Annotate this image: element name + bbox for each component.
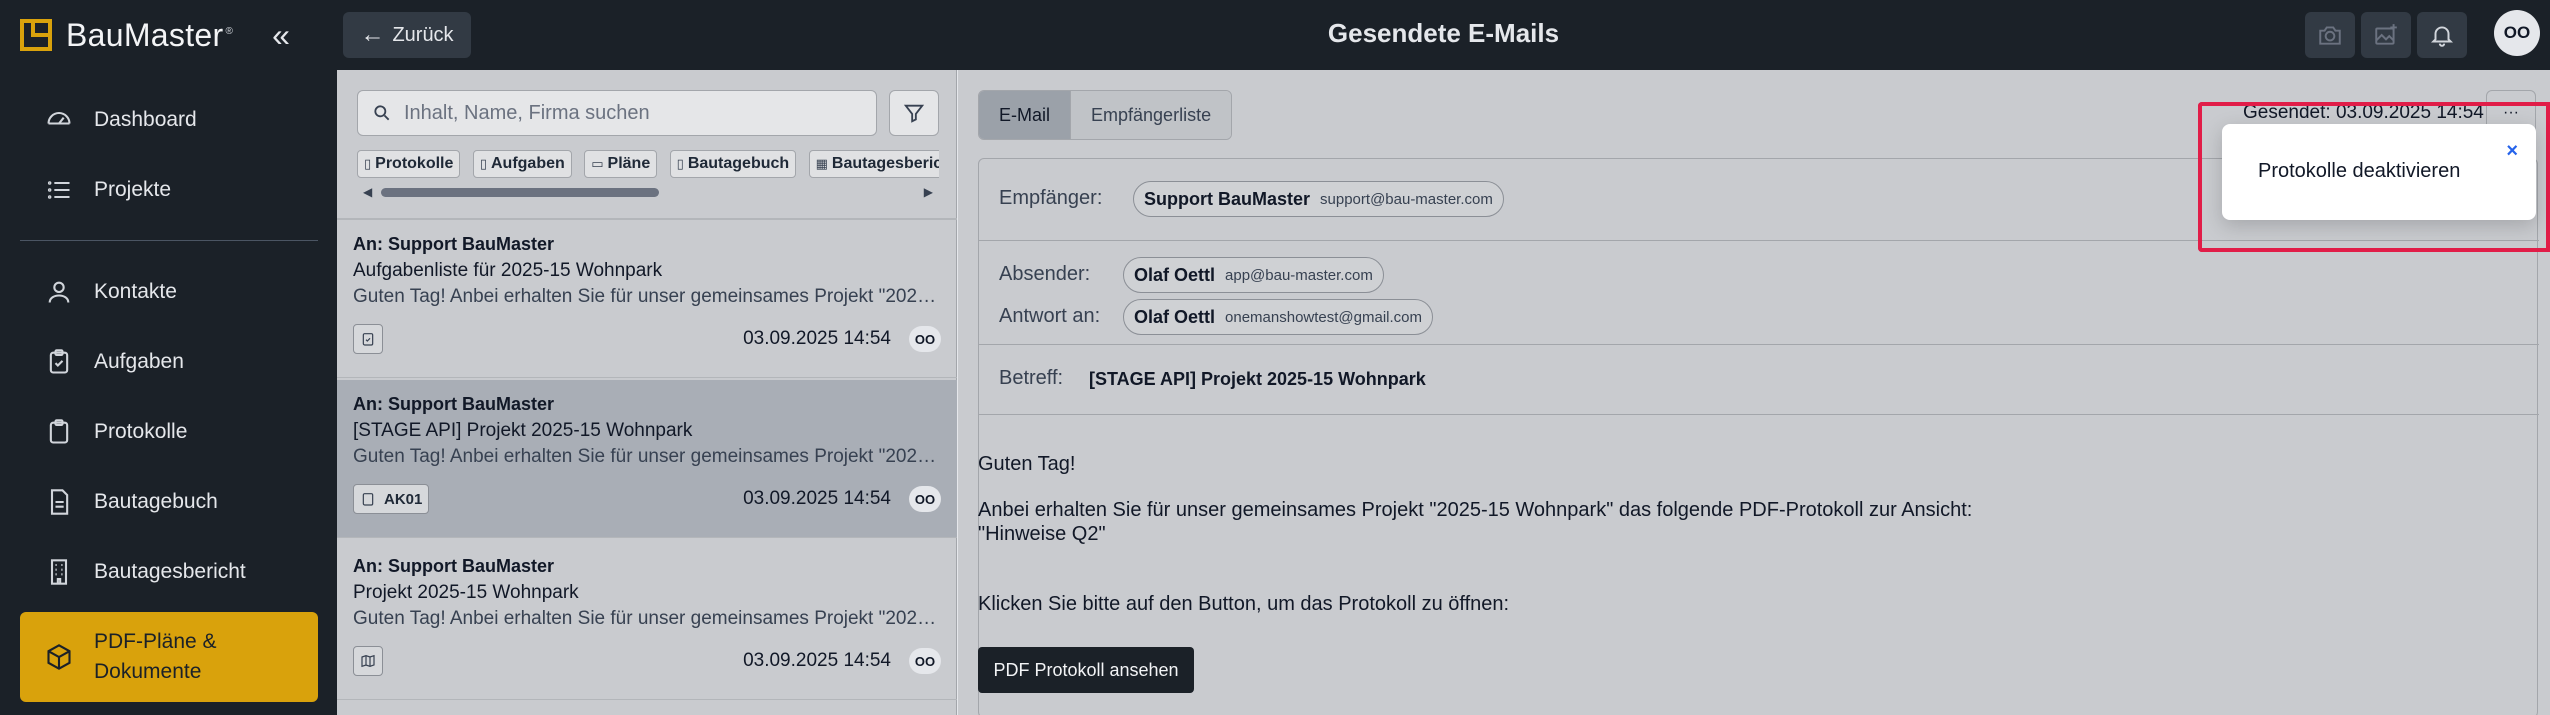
building-icon: ▦ <box>815 156 828 171</box>
filter-chip-bautagebuch[interactable]: ▯ Bautagebuch <box>669 150 797 178</box>
sender-row: Absender: Olaf Oettl app@bau-master.com … <box>979 241 2539 345</box>
brand-logo[interactable]: BauMaster ® « <box>20 12 320 58</box>
search-icon <box>374 105 390 121</box>
sidebar-item-aufgaben[interactable]: Aufgaben <box>20 330 318 394</box>
clipboard-icon <box>362 493 374 506</box>
sender-pill[interactable]: Olaf Oettl app@bau-master.com <box>1123 257 1384 293</box>
sidebar-item-protokolle[interactable]: Protokolle <box>20 400 318 464</box>
page-title: Gesendete E-Mails <box>1327 18 1560 48</box>
list-icon <box>44 175 74 205</box>
search-box <box>357 90 877 136</box>
cube-icon <box>44 642 74 672</box>
clipboard-check-icon: ▯ <box>479 156 487 171</box>
list-item[interactable]: An: Support BauMaster Projekt 2025-15 Wo… <box>337 542 957 700</box>
mail-type-tag: AK01 <box>353 484 430 514</box>
reply-to-pill[interactable]: Olaf Oettl onemanshowtest@gmail.com <box>1123 299 1433 335</box>
filter-icon <box>903 104 925 123</box>
brand-name: BauMaster ® <box>66 16 234 53</box>
search-input[interactable] <box>404 101 874 125</box>
clipboard-icon <box>44 417 74 447</box>
tab-email[interactable]: E-Mail <box>979 91 1072 139</box>
document-icon: ▯ <box>676 156 684 171</box>
filter-chip-row: ▯ Protokolle ▯ Aufgaben ▭ Pläne ▯ Bautagebuc… <box>357 150 939 180</box>
gauge-icon <box>44 105 74 135</box>
back-button[interactable]: ← Zurück <box>343 12 471 58</box>
notifications-button[interactable] <box>2417 12 2467 58</box>
detail-tabs: E-Mail Empfängerliste <box>978 90 1233 140</box>
list-item[interactable]: An: Support BauMaster Aufgabenliste für … <box>337 220 957 378</box>
filter-chip-aufgaben[interactable]: ▯ Aufgaben <box>472 150 572 178</box>
bell-icon <box>2430 26 2454 47</box>
clipboard-check-icon <box>44 347 74 377</box>
scroll-left-icon[interactable]: ◀ <box>363 185 372 199</box>
mail-type-tag <box>353 324 383 354</box>
scrollbar-thumb[interactable] <box>381 188 659 197</box>
sidebar-item-bautagesbericht[interactable]: Bautagesbericht <box>20 540 318 604</box>
user-avatar[interactable]: OO <box>2494 10 2540 56</box>
popover: Protokolle deaktivieren × <box>2222 124 2536 220</box>
recipient-pill[interactable]: Support BauMaster support@bau-master.com <box>1133 181 1504 217</box>
top-bar: ← Zurück Gesendete E-Mails OO <box>337 0 2550 70</box>
close-icon[interactable]: × <box>2506 140 2518 163</box>
map-icon <box>361 654 375 668</box>
user-icon <box>44 277 74 307</box>
sidebar-item-dashboard[interactable]: Dashboard <box>20 88 318 152</box>
pdf-protokoll-button[interactable]: PDF Protokoll ansehen <box>978 647 1194 693</box>
subject-row: Betreff: [STAGE API] Projekt 2025-15 Woh… <box>979 345 2539 415</box>
arrow-left-icon: ← <box>360 21 385 48</box>
sent-timestamp: Gesendet: 03.09.2025 14:54 <box>2243 102 2484 123</box>
deactivate-protokolle-option[interactable]: Protokolle deaktivieren <box>2258 160 2460 183</box>
sidebar-item-projekte[interactable]: Projekte <box>20 158 318 222</box>
clipboard-icon: ▯ <box>364 156 372 171</box>
chip-scrollbar[interactable]: ◀ ▶ <box>357 182 939 202</box>
camera-button[interactable] <box>2305 12 2355 58</box>
map-icon: ▭ <box>591 156 604 171</box>
image-plus-icon <box>2375 24 2397 45</box>
list-item[interactable]: An: Support BauMaster [STAGE API] Projek… <box>337 380 957 538</box>
email-body: Guten Tag! Anbei erhalten Sie für unser … <box>978 453 1973 615</box>
sidebar: BauMaster ® « Dashboard Projekte Kontakte… <box>0 0 337 715</box>
upload-photo-button[interactable] <box>2361 12 2411 58</box>
camera-icon <box>2319 26 2341 45</box>
clipboard-check-icon <box>362 333 374 346</box>
subject-value: [STAGE API] Projekt 2025-15 Wohnpark <box>1089 369 1426 389</box>
avatar: OO <box>909 648 941 674</box>
filter-chip-bautagesbericht[interactable]: ▦ Bautagesberic <box>808 150 939 178</box>
document-icon <box>44 487 74 517</box>
tab-empfaengerliste[interactable]: Empfängerliste <box>1071 91 1232 139</box>
filter-button[interactable] <box>889 90 939 136</box>
logo-icon <box>20 19 52 51</box>
sidebar-divider <box>20 240 318 241</box>
avatar: OO <box>909 486 941 512</box>
building-icon <box>44 557 74 587</box>
filter-chip-plaene[interactable]: ▭ Pläne <box>584 150 658 178</box>
email-card: Empfänger: Support BauMaster support@bau… <box>978 158 2539 715</box>
filter-chip-protokolle[interactable]: ▯ Protokolle <box>357 150 461 178</box>
scroll-right-icon[interactable]: ▶ <box>924 185 933 199</box>
collapse-sidebar-button[interactable]: « <box>264 17 298 53</box>
sidebar-item-kontakte[interactable]: Kontakte <box>20 260 318 324</box>
sidebar-item-pdf-plaene-dokumente[interactable]: PDF-Pläne & Dokumente <box>20 612 318 702</box>
mail-type-tag <box>353 646 383 676</box>
sidebar-item-bautagebuch[interactable]: Bautagebuch <box>20 470 318 534</box>
email-list-panel: ▯Protokolle ▯Aufgaben ▭Pläne ▯Bautagebuc… <box>337 70 957 715</box>
avatar: OO <box>909 326 941 352</box>
